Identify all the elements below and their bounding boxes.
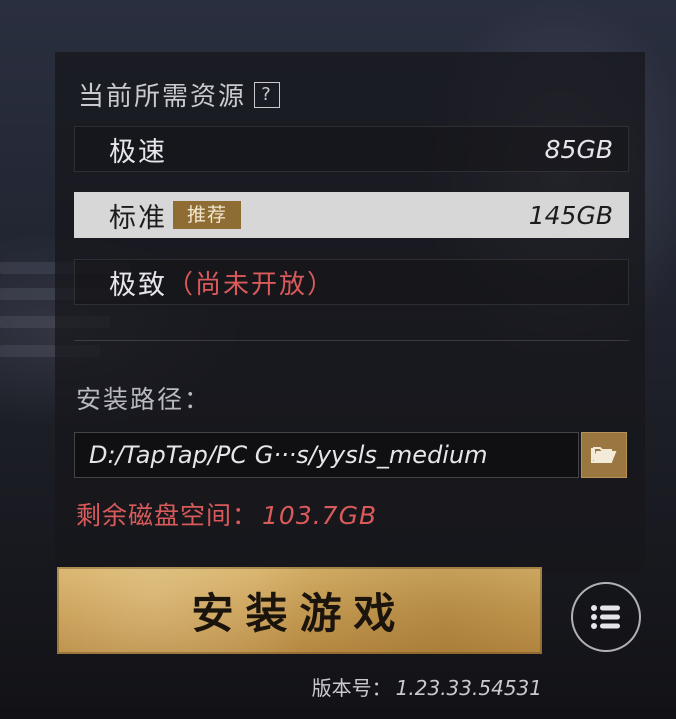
- option-ultra-status: （尚未开放）: [167, 269, 336, 300]
- option-ultra[interactable]: 极致 （尚未开放）: [74, 259, 629, 305]
- option-ultra-label: 极致: [109, 269, 167, 301]
- option-fast[interactable]: 极速 85GB: [74, 126, 629, 172]
- version-label: 版本号：: [311, 676, 392, 700]
- install-path-label: 安装路径：: [76, 385, 212, 414]
- option-fast-size: 85GB: [544, 134, 613, 164]
- menu-button[interactable]: [571, 582, 641, 652]
- install-path-value: D:/TapTap/PC G···s/yysls_medium: [89, 441, 488, 469]
- disk-space: 剩余磁盘空间： 103.7GB: [76, 496, 377, 532]
- install-game-button[interactable]: 安装游戏: [57, 567, 542, 654]
- recommended-badge: 推荐: [173, 201, 242, 229]
- option-standard-size: 145GB: [528, 200, 613, 230]
- section-divider: [74, 340, 629, 341]
- open-folder-icon: [591, 447, 617, 463]
- disk-space-value: 103.7GB: [262, 501, 378, 530]
- disk-space-label: 剩余磁盘空间：: [76, 501, 259, 530]
- option-fast-label: 极速: [109, 136, 167, 168]
- help-icon[interactable]: ?: [254, 81, 281, 108]
- option-standard-label: 标准: [109, 202, 167, 234]
- version-info: 版本号： 1.23.33.54531: [312, 672, 542, 701]
- version-number: 1.23.33.54531: [395, 676, 542, 700]
- install-game-label: 安装游戏: [191, 589, 408, 638]
- list-menu-icon: [591, 605, 620, 629]
- install-path-field[interactable]: D:/TapTap/PC G···s/yysls_medium: [74, 432, 579, 478]
- browse-folder-button[interactable]: [581, 432, 627, 478]
- option-standard[interactable]: 标准 推荐 145GB: [74, 192, 629, 238]
- resource-title-text: 当前所需资源: [78, 82, 247, 112]
- resource-section-title: 当前所需资源 ?: [78, 76, 281, 113]
